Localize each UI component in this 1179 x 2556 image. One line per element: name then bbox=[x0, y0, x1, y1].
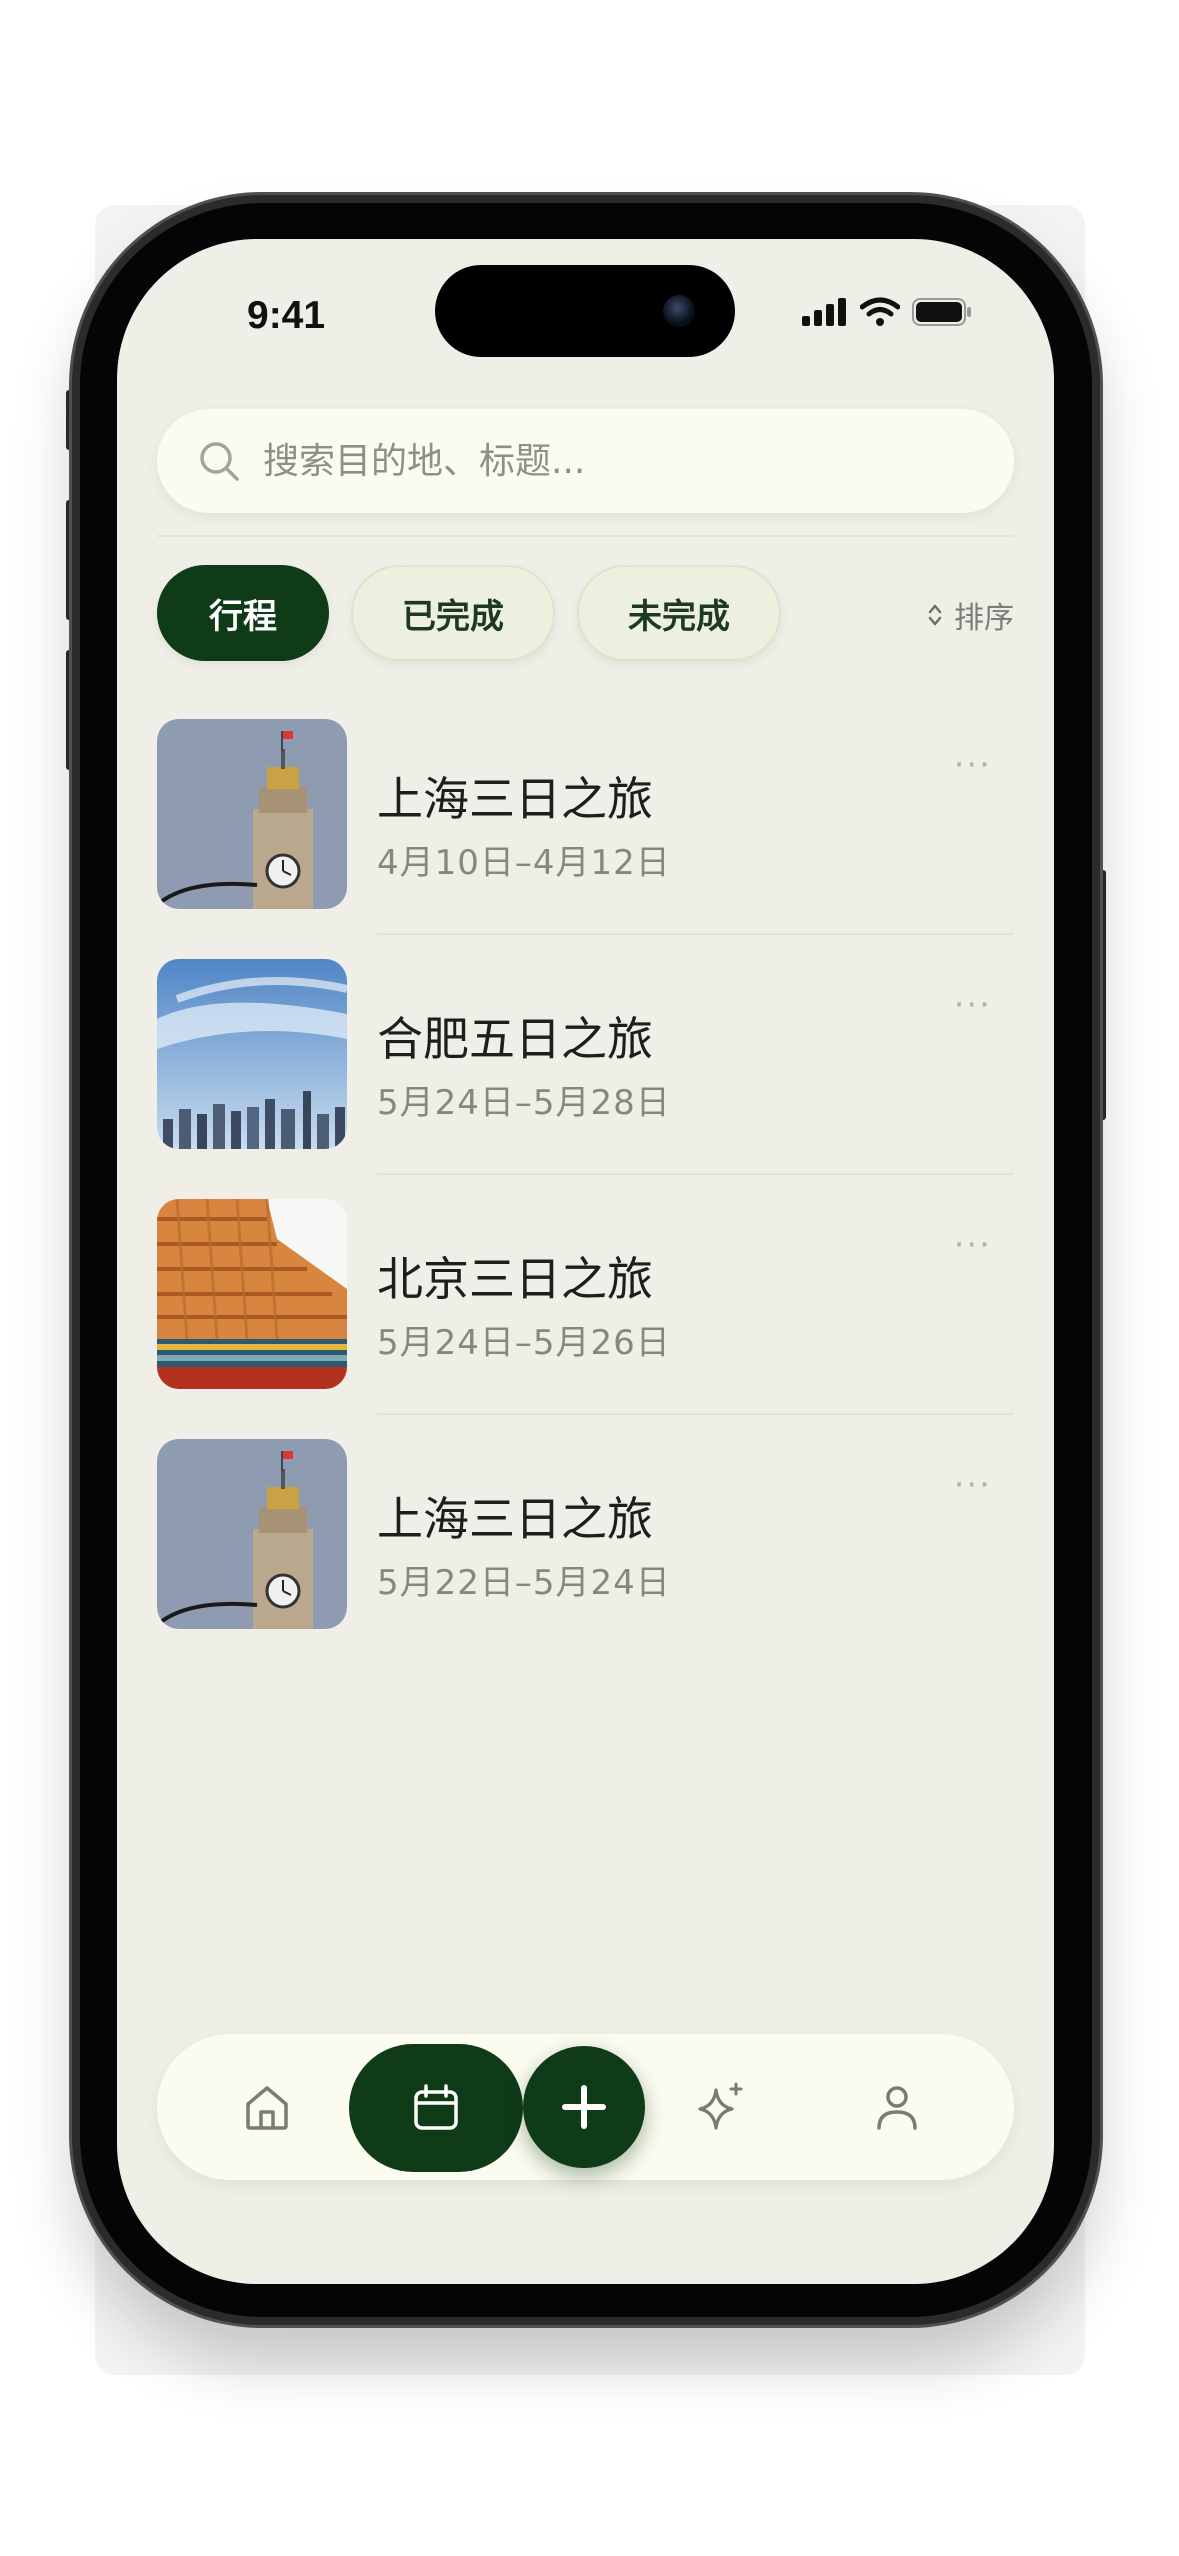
add-trip-button[interactable] bbox=[523, 2046, 645, 2168]
search-icon bbox=[200, 442, 239, 481]
trip-thumbnail-clock-tower bbox=[157, 1439, 347, 1629]
sparkle-icon bbox=[698, 2082, 743, 2130]
sort-label: 排序 bbox=[954, 601, 1014, 636]
trip-list: 上海三日之旅 4月10日–4月12日 ··· 合肥五日之旅 5月24日–5月28… bbox=[157, 719, 1014, 1679]
front-camera bbox=[663, 295, 695, 327]
tab-incomplete[interactable]: 未完成 bbox=[577, 565, 781, 661]
filter-tabs: 行程 已完成 未完成 bbox=[157, 565, 781, 661]
tab-completed[interactable]: 已完成 bbox=[351, 565, 555, 661]
row-divider bbox=[377, 933, 1014, 935]
trip-item[interactable]: 上海三日之旅 4月10日–4月12日 ··· bbox=[157, 719, 1014, 959]
status-time: 9:41 bbox=[247, 294, 326, 337]
home-icon bbox=[246, 2086, 288, 2130]
trip-title: 上海三日之旅 bbox=[377, 1492, 653, 1546]
trip-item[interactable]: 合肥五日之旅 5月24日–5月28日 ··· bbox=[157, 959, 1014, 1199]
app-screen: 9:41 搜索目的地、标题... 行程 已完成 未完成 排序 上海三日之旅 4月… bbox=[117, 239, 1054, 2284]
status-icons bbox=[802, 297, 972, 327]
trip-title: 上海三日之旅 bbox=[377, 772, 653, 826]
more-options-icon[interactable]: ··· bbox=[954, 1225, 992, 1265]
tab-profile[interactable] bbox=[857, 2034, 937, 2180]
trip-dates: 5月24日–5月28日 bbox=[377, 1083, 671, 1123]
sort-button[interactable]: 排序 bbox=[928, 593, 1014, 637]
trip-dates: 5月24日–5月26日 bbox=[377, 1323, 671, 1363]
bottom-tab-bar bbox=[157, 2034, 1014, 2180]
trip-item[interactable]: 北京三日之旅 5月24日–5月26日 ··· bbox=[157, 1199, 1014, 1439]
more-options-icon[interactable]: ··· bbox=[954, 1465, 992, 1505]
calendar-icon bbox=[414, 2084, 458, 2130]
search-bar[interactable] bbox=[157, 409, 1014, 513]
trip-title: 合肥五日之旅 bbox=[377, 1012, 653, 1066]
tab-home[interactable] bbox=[227, 2034, 307, 2180]
device-stage: 9:41 搜索目的地、标题... 行程 已完成 未完成 排序 上海三日之旅 4月… bbox=[0, 0, 1179, 2556]
search-input[interactable] bbox=[263, 440, 903, 482]
profile-icon bbox=[877, 2086, 917, 2130]
dynamic-island bbox=[435, 265, 735, 357]
trip-dates: 5月22日–5月24日 bbox=[377, 1563, 671, 1603]
battery-icon bbox=[912, 298, 971, 326]
tab-ai[interactable] bbox=[681, 2034, 761, 2180]
more-options-icon[interactable]: ··· bbox=[954, 745, 992, 785]
more-options-icon[interactable]: ··· bbox=[954, 985, 992, 1025]
header-divider bbox=[157, 535, 1014, 537]
tab-calendar[interactable] bbox=[349, 2044, 523, 2172]
plus-icon bbox=[562, 2085, 606, 2129]
trip-title: 北京三日之旅 bbox=[377, 1252, 653, 1306]
tab-trips[interactable]: 行程 bbox=[157, 565, 329, 661]
trip-thumbnail-palace-roof bbox=[157, 1199, 347, 1389]
wifi-icon bbox=[860, 297, 900, 326]
trip-thumbnail-clock-tower bbox=[157, 719, 347, 909]
trip-item[interactable]: 上海三日之旅 5月22日–5月24日 ··· bbox=[157, 1439, 1014, 1679]
row-divider bbox=[377, 1413, 1014, 1415]
sort-updown-icon bbox=[928, 604, 942, 626]
trip-dates: 4月10日–4月12日 bbox=[377, 843, 671, 883]
trip-thumbnail-city-skyline bbox=[157, 959, 347, 1149]
row-divider bbox=[377, 1173, 1014, 1175]
cellular-signal-icon bbox=[802, 298, 846, 326]
